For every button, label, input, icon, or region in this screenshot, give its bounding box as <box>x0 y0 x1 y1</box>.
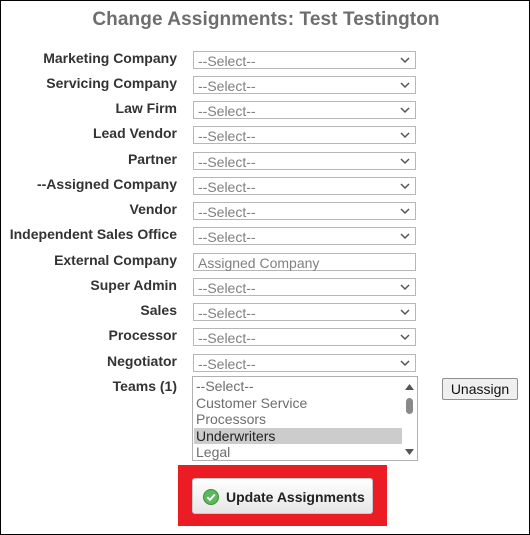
lead-vendor-select[interactable]: --Select-- <box>193 126 416 144</box>
external-company-value: Assigned Company <box>198 255 320 271</box>
assigned-company-select[interactable]: --Select-- <box>193 177 416 195</box>
assigned-company-label: --Assigned Company <box>36 176 177 192</box>
chevron-down-icon <box>400 57 410 64</box>
update-assignments-button[interactable]: Update Assignments <box>192 478 373 514</box>
servicing-company-value: --Select-- <box>198 78 256 94</box>
vendor-value: --Select-- <box>198 204 256 220</box>
chevron-down-icon <box>400 158 410 165</box>
negotiator-select[interactable]: --Select-- <box>193 354 416 372</box>
teams-option[interactable]: --Select-- <box>194 378 403 394</box>
teams-option[interactable]: Legal <box>194 444 403 460</box>
scroll-up-icon[interactable] <box>405 384 414 390</box>
sales-value: --Select-- <box>198 305 256 321</box>
scroll-down-icon[interactable] <box>405 449 414 455</box>
page-title: Change Assignments: Test Testington <box>92 9 440 30</box>
chevron-down-icon <box>400 82 410 89</box>
lead-vendor-value: --Select-- <box>198 128 256 144</box>
negotiator-value: --Select-- <box>198 356 256 372</box>
teams-label: Teams (1) <box>112 378 177 394</box>
sales-select[interactable]: --Select-- <box>193 303 416 321</box>
teams-option-selected[interactable]: Underwriters <box>194 428 403 444</box>
chevron-down-icon <box>400 309 410 316</box>
marketing-company-label: Marketing Company <box>43 50 177 66</box>
independent-sales-office-label: Independent Sales Office <box>9 226 177 242</box>
teams-option[interactable]: Processors <box>194 411 403 427</box>
teams-listbox[interactable]: --Select-- Customer Service Processors U… <box>192 376 418 461</box>
unassign-button[interactable]: Unassign <box>442 378 518 400</box>
law-firm-select[interactable]: --Select-- <box>193 101 416 119</box>
chevron-down-icon <box>400 334 410 341</box>
independent-sales-office-select[interactable]: --Select-- <box>193 227 416 245</box>
marketing-company-value: --Select-- <box>198 53 256 69</box>
assigned-company-value: --Select-- <box>198 179 256 195</box>
marketing-company-select[interactable]: --Select-- <box>193 51 416 69</box>
super-admin-value: --Select-- <box>198 280 256 296</box>
negotiator-label: Negotiator <box>107 353 177 369</box>
law-firm-label: Law Firm <box>115 100 177 116</box>
partner-label: Partner <box>127 151 177 167</box>
teams-option[interactable]: Customer Service <box>194 395 403 411</box>
chevron-down-icon <box>400 107 410 114</box>
chevron-down-icon <box>400 233 410 240</box>
chevron-down-icon <box>400 284 410 291</box>
super-admin-select[interactable]: --Select-- <box>193 278 416 296</box>
scrollbar-thumb[interactable] <box>406 398 413 414</box>
chevron-down-icon <box>400 360 410 367</box>
law-firm-value: --Select-- <box>198 103 256 119</box>
processor-value: --Select-- <box>198 330 256 346</box>
partner-select[interactable]: --Select-- <box>193 152 416 170</box>
lead-vendor-label: Lead Vendor <box>92 125 177 141</box>
external-company-select[interactable]: Assigned Company <box>193 253 416 271</box>
chevron-down-icon <box>400 208 410 215</box>
servicing-company-select[interactable]: --Select-- <box>193 76 416 94</box>
independent-sales-office-value: --Select-- <box>198 229 256 245</box>
sales-label: Sales <box>140 302 177 318</box>
servicing-company-label: Servicing Company <box>46 75 177 91</box>
teams-scrollbar[interactable] <box>402 378 416 459</box>
super-admin-label: Super Admin <box>90 277 177 293</box>
chevron-down-icon <box>400 132 410 139</box>
update-assignments-label: Update Assignments <box>226 489 365 505</box>
chevron-down-icon <box>400 183 410 190</box>
vendor-label: Vendor <box>129 201 177 217</box>
external-company-label: External Company <box>54 252 177 268</box>
assignments-panel: Change Assignments: Test Testington Mark… <box>0 0 530 535</box>
partner-value: --Select-- <box>198 154 256 170</box>
processor-select[interactable]: --Select-- <box>193 328 416 346</box>
vendor-select[interactable]: --Select-- <box>193 202 416 220</box>
processor-label: Processor <box>108 327 177 343</box>
check-circle-icon <box>203 489 219 505</box>
